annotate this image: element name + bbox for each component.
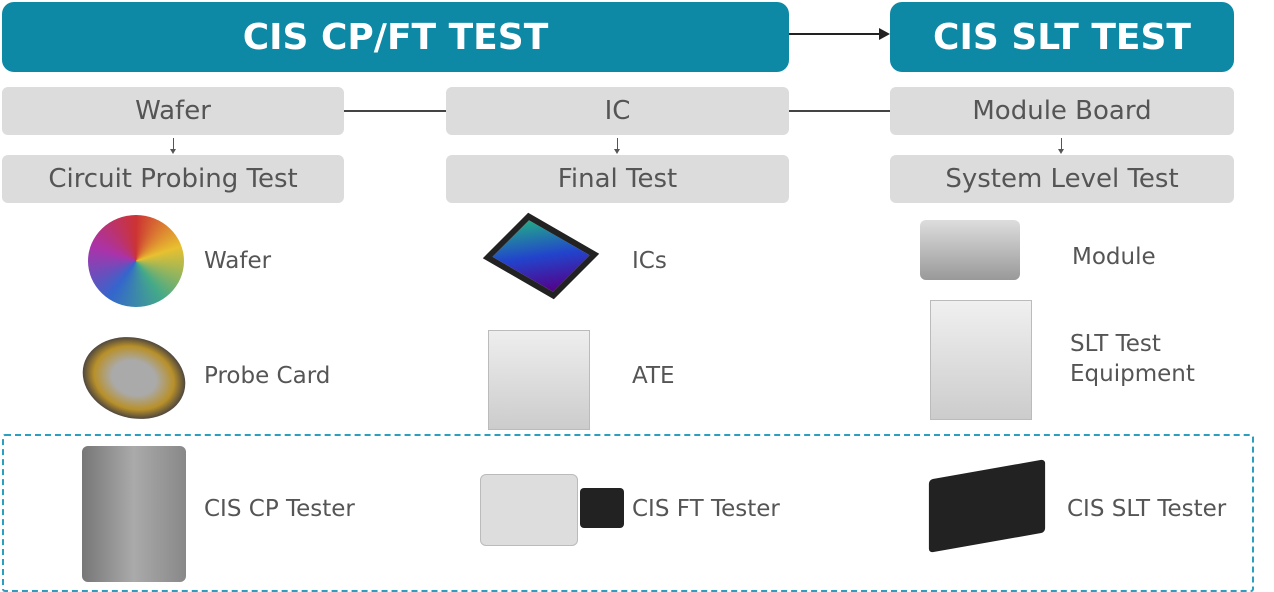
ft-tester-image [480, 474, 578, 546]
cp-test-box: Circuit Probing Test [2, 155, 344, 203]
connector-line [789, 110, 890, 112]
final-test-box: Final Test [446, 155, 789, 203]
cp-tester-label: CIS CP Tester [204, 496, 355, 522]
ics-label: ICs [632, 248, 667, 274]
probe-card-image [73, 325, 195, 431]
down-arrow-icon [170, 138, 176, 154]
ft-tester-module-image [580, 488, 624, 528]
module-board-box: Module Board [890, 87, 1234, 135]
wafer-label: Wafer [204, 248, 272, 274]
slt-equipment-image [930, 300, 1032, 420]
ate-image [488, 330, 590, 430]
arrow-head-icon [879, 28, 890, 40]
probe-card-label: Probe Card [204, 363, 331, 389]
slt-box: System Level Test [890, 155, 1234, 203]
down-arrow-icon [1058, 138, 1064, 154]
wafer-image [88, 215, 184, 307]
flow-arrow [789, 33, 881, 35]
module-label: Module [1072, 244, 1156, 270]
ic-image [482, 212, 600, 300]
wafer-box: Wafer [2, 87, 344, 135]
cp-tester-image [82, 446, 186, 582]
module-image [920, 220, 1020, 280]
cpft-header: CIS CP/FT TEST [2, 2, 789, 72]
down-arrow-icon [614, 138, 620, 154]
slt-header: CIS SLT TEST [890, 2, 1234, 72]
slt-equipment-label: SLT Test Equipment [1070, 331, 1195, 387]
ft-tester-label: CIS FT Tester [632, 496, 780, 522]
ic-box: IC [446, 87, 789, 135]
ate-label: ATE [632, 363, 675, 389]
slt-tester-label: CIS SLT Tester [1067, 496, 1227, 522]
connector-line [344, 110, 446, 112]
